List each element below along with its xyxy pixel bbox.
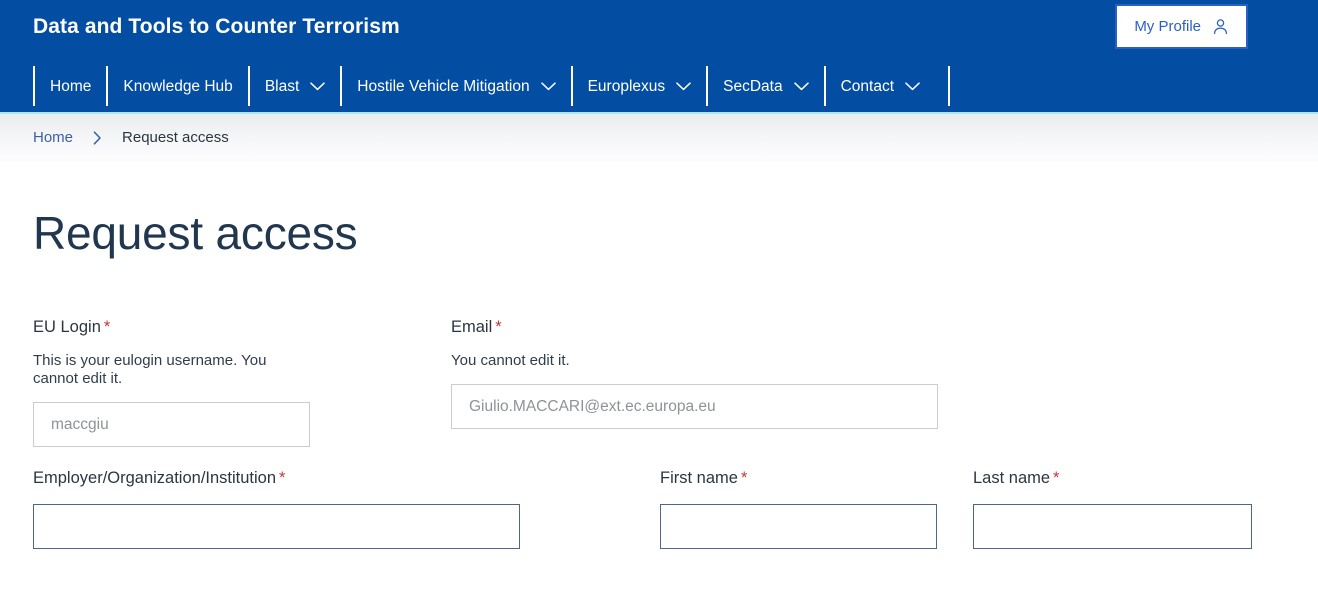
- nav-item-home[interactable]: Home: [33, 66, 106, 106]
- employer-label-text: Employer/Organization/Institution: [33, 469, 277, 487]
- site-header: Data and Tools to Counter Terrorism My P…: [0, 0, 1318, 112]
- first-name-label-text: First name: [660, 469, 738, 487]
- nav-item-label: Contact: [840, 77, 895, 95]
- employer-label: Employer/Organization/Institution *: [33, 468, 520, 488]
- field-last-name: Last name *: [973, 468, 1252, 549]
- breadcrumb-item-current: Request access: [122, 129, 229, 146]
- breadcrumb-item-home[interactable]: Home: [33, 129, 73, 147]
- page-title: Request access: [33, 207, 358, 259]
- nav-item-label: Hostile Vehicle Mitigation: [357, 77, 530, 95]
- required-asterisk: *: [1053, 469, 1060, 487]
- last-name-label: Last name *: [973, 468, 1252, 488]
- chevron-down-icon: [676, 81, 691, 91]
- chevron-down-icon: [310, 81, 326, 91]
- last-name-input-wrap: [973, 504, 1252, 549]
- nav-item-blast[interactable]: Blast: [247, 66, 340, 106]
- nav-item-europlexus[interactable]: Europlexus: [570, 66, 707, 106]
- field-employer: Employer/Organization/Institution *: [33, 468, 520, 549]
- nav-end-divider: [948, 66, 951, 106]
- field-first-name: First name *: [660, 468, 937, 549]
- required-asterisk: *: [279, 469, 286, 487]
- email-help-text: You cannot edit it.: [451, 352, 570, 369]
- nav-item-label: Home: [50, 77, 92, 95]
- email-label: Email *: [451, 317, 938, 337]
- required-asterisk: *: [495, 318, 502, 336]
- my-profile-button[interactable]: My Profile: [1115, 4, 1248, 49]
- eu-login-help-text: This is your eulogin username. You canno…: [33, 352, 267, 387]
- eu-login-input[interactable]: [33, 402, 310, 447]
- last-name-label-text: Last name: [973, 469, 1051, 487]
- email-input-wrap: [451, 384, 938, 429]
- main-navigation: Home Knowledge Hub Blast Hostile Vehicle…: [33, 66, 951, 112]
- site-title: Data and Tools to Counter Terrorism: [33, 15, 400, 38]
- eu-login-label-text: EU Login: [33, 318, 101, 336]
- employer-input[interactable]: [33, 504, 520, 549]
- chevron-down-icon: [905, 81, 920, 91]
- email-input[interactable]: [451, 384, 938, 429]
- main-content: Request access EU Login * This is your eu…: [0, 162, 1318, 558]
- field-email: Email * You cannot edit it.: [451, 317, 938, 429]
- nav-item-knowledge-hub[interactable]: Knowledge Hub: [106, 66, 247, 106]
- eu-login-input-wrap: [33, 402, 310, 447]
- nav-item-label: Knowledge Hub: [123, 77, 233, 95]
- required-asterisk: *: [103, 318, 111, 336]
- last-name-input[interactable]: [973, 504, 1252, 549]
- eu-login-label: EU Login *: [33, 317, 310, 337]
- field-eu-login: EU Login * This is your eulogin username.…: [33, 317, 310, 447]
- nav-item-label: Blast: [264, 77, 300, 95]
- nav-item-label: Europlexus: [587, 77, 666, 95]
- nav-item-secdata[interactable]: SecData: [706, 66, 823, 106]
- person-icon: [1212, 18, 1229, 35]
- first-name-input-wrap: [660, 504, 937, 549]
- credentials-row: EU Login * This is your eulogin username.…: [33, 317, 1285, 447]
- chevron-down-icon: [793, 81, 809, 91]
- breadcrumb: Home Request access: [0, 112, 1318, 162]
- nav-item-label: SecData: [723, 77, 783, 95]
- email-label-text: Email: [451, 318, 493, 336]
- chevron-right-icon: [93, 131, 102, 145]
- employer-input-wrap: [33, 504, 520, 549]
- nav-item-hostile-vehicle-mitigation[interactable]: Hostile Vehicle Mitigation: [340, 66, 570, 106]
- first-name-label: First name *: [660, 468, 937, 488]
- identity-row: Employer/Organization/Institution * First…: [33, 468, 1285, 558]
- my-profile-label: My Profile: [1134, 17, 1201, 35]
- chevron-down-icon: [540, 81, 556, 91]
- first-name-input[interactable]: [660, 504, 937, 549]
- nav-item-contact[interactable]: Contact: [823, 66, 935, 106]
- required-asterisk: *: [740, 469, 748, 487]
